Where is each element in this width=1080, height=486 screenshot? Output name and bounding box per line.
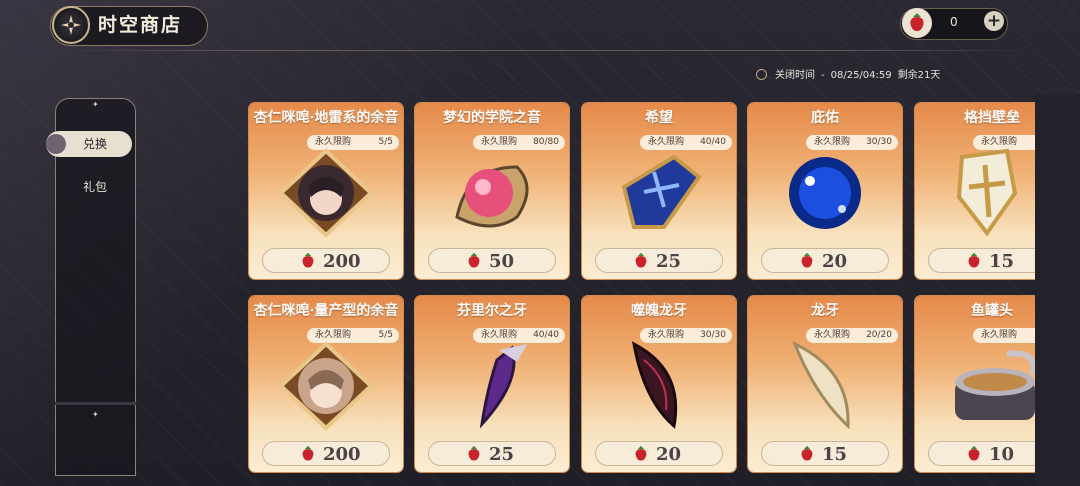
dark-fang-icon [631,341,678,429]
item-price: 20 [656,444,682,465]
item-name: 梦幻的学院之音 [443,110,541,126]
character-portrait-icon [278,148,374,238]
bone-fang-icon [792,341,850,430]
shop-item-card[interactable]: 噬魄龙牙 永久限购 30/30 20 [582,296,736,472]
strawberry-icon [302,252,314,268]
scroll-edge [1035,95,1080,486]
price-button[interactable]: 50 [428,248,556,273]
header-divider [60,50,1040,51]
item-price: 25 [489,444,515,465]
item-price: 10 [989,444,1015,465]
pink-orb-icon [455,165,529,228]
strawberry-icon [801,252,813,268]
sparkle-icon: ✦ [92,410,99,419]
strawberry-icon [468,445,480,461]
tab-exchange-label: 兑换 [82,137,107,151]
price-button[interactable]: 200 [262,248,390,273]
shop-logo-icon [52,6,90,44]
item-name: 庇佑 [811,110,839,126]
strawberry-icon [635,252,647,268]
price-button[interactable]: 15 [761,441,889,466]
currency-amount: 0 [950,15,958,29]
item-price: 20 [822,251,848,272]
sparkle-icon: ✦ [92,100,99,109]
close-time-info: 关闭时间 -08/25/04:59 剩余21天 [756,66,946,81]
item-price: 50 [489,251,515,272]
item-name: 杏仁咪唣·地雷系的余音 [253,110,399,126]
shop-item-card[interactable]: 杏仁咪唣·地雷系的余音 永久限购 5/5 200 [249,103,403,279]
sidebar-divider [55,402,136,405]
shop-item-card[interactable]: 龙牙 永久限购 20/20 15 [748,296,902,472]
diamond-icon [46,134,66,154]
shop-item-card[interactable]: 杏仁咪唣·量产型的余音 永久限购 5/5 200 [249,296,403,472]
item-price: 200 [323,444,361,465]
item-name: 噬魄龙牙 [631,303,687,319]
item-name: 希望 [645,110,673,126]
item-name: 杏仁咪唣·量产型的余音 [253,303,399,319]
price-button[interactable]: 20 [595,441,723,466]
clock-icon [756,69,767,80]
item-price: 15 [822,444,848,465]
page-title: 时空商店 [98,14,183,36]
add-currency-button[interactable]: + [984,11,1004,31]
fish-can-icon [955,350,1037,420]
blue-shield-icon [621,154,702,229]
strawberry-icon [635,445,647,461]
shop-item-card[interactable]: 芬里尔之牙 永久限购 40/40 25 [415,296,569,472]
character-portrait-icon [278,341,374,431]
blue-orb-icon [789,157,861,229]
price-button[interactable]: 20 [761,248,889,273]
close-time-datetime: 08/25/04:59 [830,70,892,81]
item-name: 芬里尔之牙 [457,303,527,319]
shop-item-card[interactable]: 希望 永久限购 40/40 25 [582,103,736,279]
remaining-days: 剩余21天 [897,70,941,81]
purple-fang-icon [479,344,527,429]
item-price: 25 [656,251,682,272]
price-button[interactable]: 25 [428,441,556,466]
price-button[interactable]: 25 [595,248,723,273]
shop-item-card[interactable]: 庇佑 永久限购 30/30 20 [748,103,902,279]
white-shield-icon [956,148,1018,237]
strawberry-icon [801,445,813,461]
strawberry-icon [968,252,980,268]
price-button[interactable]: 200 [262,441,390,466]
strawberry-icon [302,445,314,461]
strawberry-icon [468,252,480,268]
tab-gift-pack[interactable]: 礼包 [60,178,130,195]
item-price: 15 [989,251,1015,272]
close-time-label: 关闭时间 [775,70,815,81]
item-name: 龙牙 [811,303,839,319]
shop-item-card[interactable]: 梦幻的学院之音 永久限购 80/80 50 [415,103,569,279]
strawberry-currency-icon [902,8,932,38]
strawberry-icon [968,445,980,461]
close-time-dash: - [821,70,825,81]
item-price: 200 [323,251,361,272]
